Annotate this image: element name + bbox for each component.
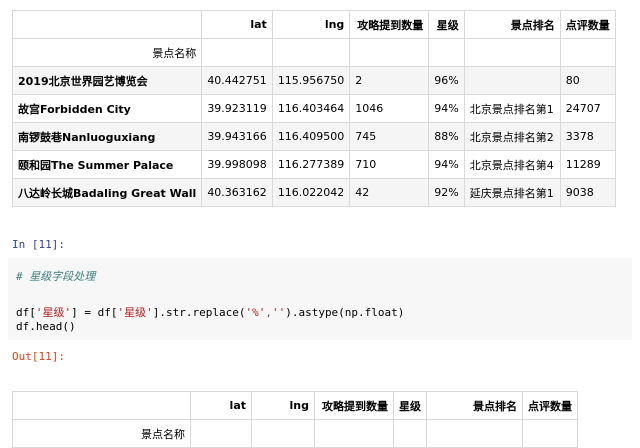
cell-lat: 40.442751: [201, 66, 273, 95]
cell-lng: 116.403464: [271, 94, 351, 123]
row-index-cell: 颐和园The Summer Palace: [11, 150, 203, 179]
code-comment-line: # 星级字段处理: [16, 270, 96, 283]
output-area-top: lat lng 攻略提到数量 星级 景点排名 点评数量 景点名称 2019北京世…: [0, 0, 640, 225]
cell-mentions: 1046: [349, 94, 430, 123]
cell-rank: 北京景点排名第4: [463, 150, 561, 179]
cell-stars: 94%: [428, 94, 465, 123]
cell-reviews: 11289: [559, 150, 616, 179]
cell-stars: 92%: [428, 178, 465, 207]
row-index-cell: 南锣鼓巷Nanluoguxiang: [11, 122, 203, 151]
code-line-2: df.head(): [16, 320, 76, 333]
column-header-lng: lng: [271, 10, 351, 39]
row-index-cell: 八达岭长城Badaling Great Wall: [11, 178, 203, 207]
dataframe-table-top: lat lng 攻略提到数量 星级 景点排名 点评数量 景点名称 2019北京世…: [11, 10, 616, 207]
cell-rank: 延庆景点排名第1: [463, 178, 561, 207]
cell-rank: 北京景点排名第2: [463, 122, 561, 151]
cell-reviews: 3378: [559, 122, 616, 151]
index-name-row: 景点名称: [12, 419, 578, 448]
table-row: 故宫Forbidden City 39.923119 116.403464 10…: [11, 94, 616, 123]
index-header-blank: [12, 391, 191, 420]
cell-lng: 116.277389: [271, 150, 351, 179]
column-header-rank: 景点排名: [463, 10, 561, 39]
cell-lng: 116.022042: [271, 178, 351, 207]
cell-reviews: 24707: [559, 94, 616, 123]
output-prompt: Out[11]:: [12, 350, 65, 363]
row-index-cell: 2019北京世界园艺博览会: [11, 66, 203, 95]
cell-rank: 北京景点排名第1: [463, 94, 561, 123]
index-name-header: 景点名称: [12, 419, 191, 448]
column-header-stars: 星级: [428, 10, 465, 39]
cell-lat: 39.943166: [201, 122, 273, 151]
cell-lat: 39.923119: [201, 94, 273, 123]
dataframe-table-bottom: lat lng 攻略提到数量 星级 景点排名 点评数量 景点名称: [12, 391, 578, 448]
cell-stars: 96%: [428, 66, 465, 95]
index-name-header: 景点名称: [11, 38, 203, 67]
code-line-1: df['星级'] = df['星级'].str.replace('%','').…: [16, 306, 405, 319]
row-index-cell: 故宫Forbidden City: [11, 94, 203, 123]
column-header-mentions: 攻略提到数量: [349, 10, 430, 39]
column-header-lat: lat: [190, 391, 252, 420]
cell-mentions: 710: [349, 150, 430, 179]
cell-lat: 39.998098: [201, 150, 273, 179]
cell-reviews: 9038: [559, 178, 616, 207]
column-header-reviews: 点评数量: [559, 10, 616, 39]
cell-lng: 115.956750: [271, 66, 351, 95]
cell-lat: 40.363162: [201, 178, 273, 207]
index-header-blank: [11, 10, 203, 39]
cell-lng: 116.409500: [271, 122, 351, 151]
column-header-rank: 景点排名: [426, 391, 523, 420]
column-header-stars: 星级: [393, 391, 427, 420]
input-prompt: In [11]:: [12, 238, 65, 251]
cell-stars: 88%: [428, 122, 465, 151]
table-row: 2019北京世界园艺博览会 40.442751 115.956750 2 96%…: [11, 66, 616, 95]
cell-mentions: 745: [349, 122, 430, 151]
cell-stars: 94%: [428, 150, 465, 179]
index-name-row: 景点名称: [11, 38, 616, 67]
table-row: 八达岭长城Badaling Great Wall 40.363162 116.0…: [11, 178, 616, 207]
column-header-lng: lng: [251, 391, 315, 420]
cell-mentions: 42: [349, 178, 430, 207]
table-row: 南锣鼓巷Nanluoguxiang 39.943166 116.409500 7…: [11, 122, 616, 151]
cell-rank: [463, 66, 561, 95]
table-header-row: lat lng 攻略提到数量 星级 景点排名 点评数量: [12, 391, 578, 420]
column-header-mentions: 攻略提到数量: [314, 391, 394, 420]
column-header-reviews: 点评数量: [522, 391, 578, 420]
table-header-row: lat lng 攻略提到数量 星级 景点排名 点评数量: [11, 10, 616, 39]
table-row: 颐和园The Summer Palace 39.998098 116.27738…: [11, 150, 616, 179]
cell-reviews: 80: [559, 66, 616, 95]
cell-mentions: 2: [349, 66, 430, 95]
code-cell-editor[interactable]: # 星级字段处理 df['星级'] = df['星级'].str.replace…: [8, 258, 632, 340]
column-header-lat: lat: [201, 10, 273, 39]
